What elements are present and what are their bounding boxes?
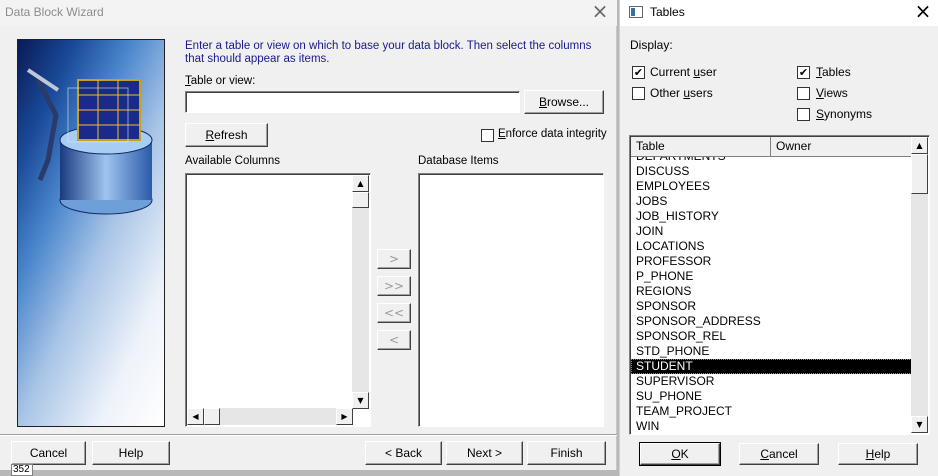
tables-title: Tables (650, 5, 685, 19)
move-all-left-button[interactable]: << (377, 303, 411, 323)
table-row[interactable]: SUPERVISOR (631, 374, 912, 389)
move-all-right-button[interactable]: >> (377, 276, 411, 296)
table-row[interactable]: EMPLOYEES (631, 179, 912, 194)
scroll-right-icon[interactable]: ▶ (336, 408, 353, 425)
table-row[interactable]: REGIONS (631, 284, 912, 299)
enforce-data-integrity-checkbox[interactable] (481, 129, 494, 142)
tables-titlebar: Tables × (620, 0, 938, 26)
help-button[interactable]: Help (92, 441, 170, 465)
refresh-button[interactable]: Refresh (185, 123, 268, 147)
wizard-illustration (17, 39, 165, 427)
table-row[interactable]: WIN (631, 419, 912, 433)
table-row[interactable]: TEAM_PROJECT (631, 404, 912, 419)
table-row[interactable]: JOB_HISTORY (631, 209, 912, 224)
table-row[interactable]: LOCATIONS (631, 239, 912, 254)
available-columns-list[interactable]: ▲ ▼ ◀ ▶ (185, 173, 371, 427)
table-row[interactable]: SPONSOR_ADDRESS (631, 314, 912, 329)
move-one-left-button[interactable]: < (377, 330, 411, 350)
wizard-titlebar: Data Block Wizard × (0, 0, 617, 26)
tables-grid-rows: DEPARTMENTSDISCUSSEMPLOYEESJOBSJOB_HISTO… (631, 149, 912, 433)
other-users-checkbox[interactable] (632, 87, 645, 100)
tables-checkbox[interactable]: ✔ (797, 66, 810, 79)
tables-label: Tables (816, 65, 851, 79)
other-users-label: Other users (650, 86, 713, 100)
scroll-thumb[interactable] (352, 192, 369, 208)
table-row[interactable]: SU_PHONE (631, 389, 912, 404)
current-user-label: Current user (650, 65, 717, 79)
scroll-thumb-h[interactable] (204, 408, 220, 425)
table-row[interactable]: SPONSOR_REL (631, 329, 912, 344)
ok-button[interactable]: OK (639, 442, 721, 466)
table-row[interactable]: P_PHONE (631, 269, 912, 284)
tables-dialog: Tables × Display: ✔ Current user Other u… (619, 0, 938, 476)
database-items-list[interactable] (418, 173, 604, 427)
table-row[interactable]: STUDENT (631, 359, 912, 374)
table-or-view-label: Table or view: (185, 75, 256, 87)
tables-grid[interactable]: DEPARTMENTSDISCUSSEMPLOYEESJOBSJOB_HISTO… (629, 135, 930, 435)
wizard-instruction: Enter a table or view on which to base y… (185, 40, 592, 65)
available-columns-vscrollbar[interactable]: ▲ ▼ (352, 175, 369, 409)
table-row[interactable]: DISCUSS (631, 164, 912, 179)
tables-grid-vscrollbar[interactable]: ▲ ▼ (911, 137, 928, 433)
available-columns-hscrollbar[interactable]: ◀ ▶ (187, 408, 353, 425)
table-row[interactable]: STD_PHONE (631, 344, 912, 359)
table-row[interactable]: SPONSOR (631, 299, 912, 314)
wizard-title: Data Block Wizard (5, 5, 104, 19)
move-one-right-button[interactable]: > (377, 249, 411, 269)
views-checkbox[interactable] (797, 87, 810, 100)
table-row[interactable]: PROFESSOR (631, 254, 912, 269)
column-header-table[interactable]: Table (631, 137, 771, 157)
tables-help-button[interactable]: Help (838, 443, 918, 465)
tables-cancel-button[interactable]: Cancel (739, 443, 819, 465)
display-label: Display: (630, 38, 673, 52)
back-button[interactable]: < Back (365, 441, 442, 465)
window-icon (629, 6, 643, 18)
synonyms-checkbox[interactable] (797, 108, 810, 121)
views-label: Views (816, 86, 848, 100)
database-items-label: Database Items (418, 155, 499, 167)
close-icon[interactable]: × (589, 1, 611, 23)
enforce-data-integrity-label: Enforce data integrity (498, 128, 607, 140)
browse-button[interactable]: Browse... (524, 90, 604, 114)
tables-grid-header: Table Owner (631, 137, 912, 157)
cancel-button[interactable]: Cancel (11, 441, 86, 465)
scroll-left-icon[interactable]: ◀ (187, 408, 204, 425)
column-header-owner[interactable]: Owner (771, 137, 912, 157)
status-fragment: 352 (11, 464, 33, 476)
close-icon[interactable]: × (912, 1, 934, 23)
table-row[interactable]: JOBS (631, 194, 912, 209)
footer-divider (0, 434, 617, 436)
finish-button[interactable]: Finish (527, 441, 606, 465)
database-illustration-icon (26, 68, 153, 215)
table-or-view-input[interactable] (185, 91, 520, 113)
data-block-wizard-window: Data Block Wizard × Enter a table or vie… (0, 0, 617, 470)
current-user-checkbox[interactable]: ✔ (632, 66, 645, 79)
scroll-up-icon[interactable]: ▲ (352, 175, 369, 192)
next-button[interactable]: Next > (446, 441, 523, 465)
scroll-up-icon[interactable]: ▲ (911, 137, 928, 154)
table-row[interactable]: JOIN (631, 224, 912, 239)
scroll-down-icon[interactable]: ▼ (911, 416, 928, 433)
scroll-down-icon[interactable]: ▼ (352, 392, 369, 409)
available-columns-label: Available Columns (185, 155, 281, 167)
synonyms-label: Synonyms (816, 107, 873, 121)
scroll-thumb[interactable] (911, 154, 928, 194)
